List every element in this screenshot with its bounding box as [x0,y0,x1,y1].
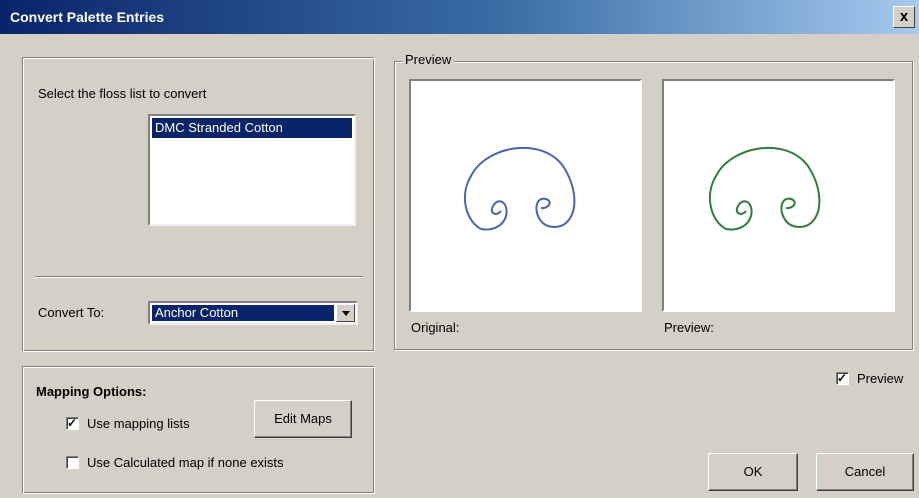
convert-to-value: Anchor Cotton [152,305,334,321]
preview-label: Preview: [664,320,714,335]
edit-maps-button[interactable]: Edit Maps [254,400,352,438]
converted-preview [662,79,895,312]
preview-motif [708,146,821,231]
ok-button[interactable]: OK [708,453,798,491]
floss-listbox[interactable]: DMC Stranded Cotton [148,114,356,226]
preview-group-title: Preview [402,52,455,67]
convert-to-select[interactable]: Anchor Cotton [148,301,358,325]
window-title: Convert Palette Entries [10,9,165,25]
dropdown-button[interactable] [336,304,355,322]
use-calculated-label[interactable]: Use Calculated map if none exists [87,455,284,470]
preview-motif-path [708,146,821,231]
convert-to-label: Convert To: [38,305,105,320]
original-preview [409,79,642,312]
original-label: Original: [411,320,460,335]
title-bar: Convert Palette Entries x [0,0,919,34]
cancel-button[interactable]: Cancel [816,453,914,491]
check-icon: ✓ [837,371,848,385]
source-prompt: Select the floss list to convert [38,86,207,101]
preview-toggle-label[interactable]: Preview [857,371,903,386]
original-motif-path [463,146,576,231]
use-calculated-checkbox[interactable] [66,456,79,469]
mapping-title: Mapping Options: [36,384,147,399]
chevron-down-icon [341,310,350,316]
divider [35,276,363,278]
list-item[interactable]: DMC Stranded Cotton [152,118,352,138]
ok-label: OK [743,464,763,479]
check-icon: ✓ [67,416,78,430]
preview-toggle-checkbox[interactable]: ✓ [836,371,849,385]
cancel-label: Cancel [844,464,886,479]
edit-maps-label: Edit Maps [274,411,332,426]
close-button[interactable]: x [893,6,915,28]
close-icon: x [899,8,909,25]
use-mapping-lists-label[interactable]: Use mapping lists [87,416,190,431]
use-mapping-lists-checkbox[interactable]: ✓ [66,416,79,430]
original-motif [463,146,576,231]
